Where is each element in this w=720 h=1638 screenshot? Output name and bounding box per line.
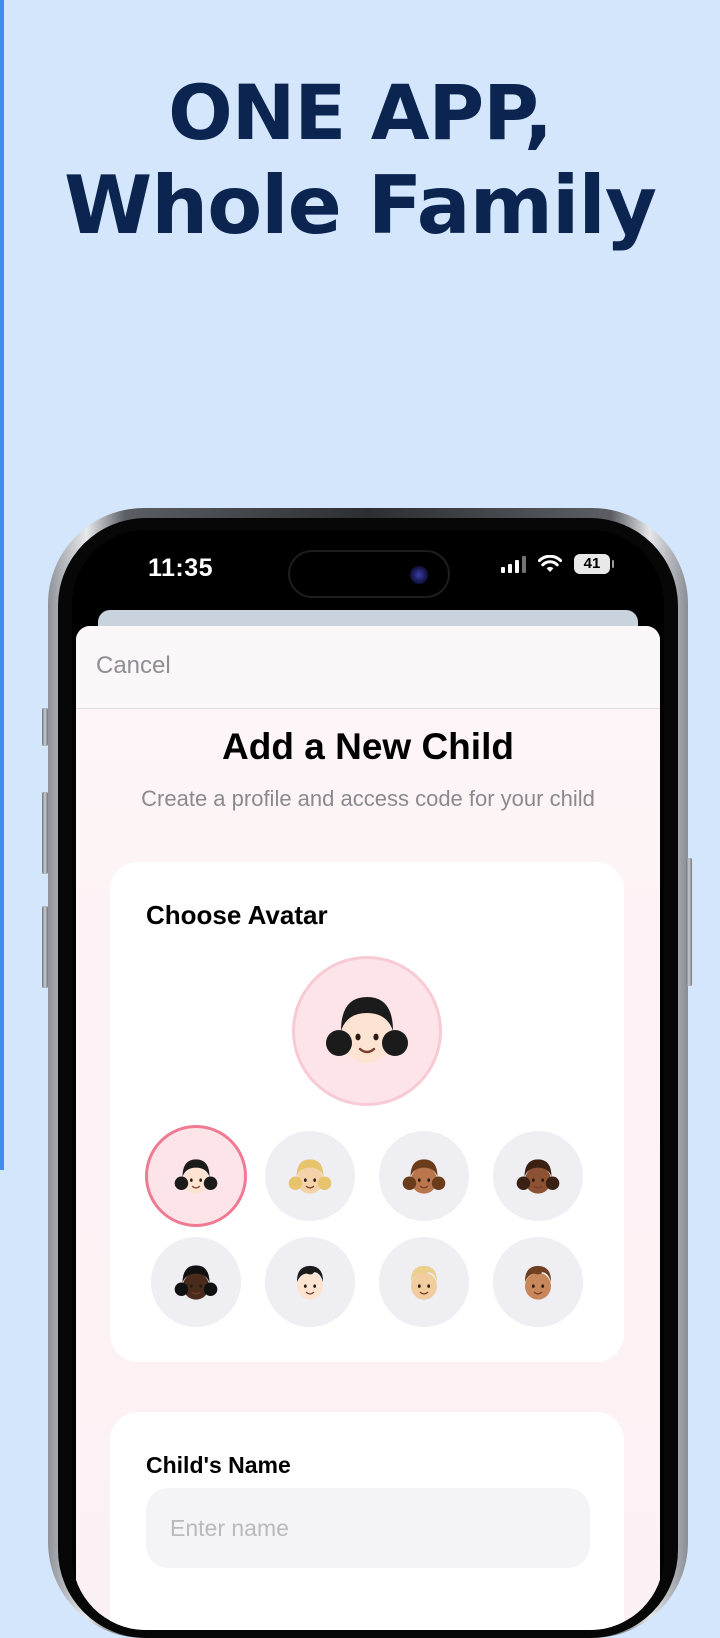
avatar-face-icon <box>170 1256 222 1308</box>
sheet-header: Cancel <box>76 626 660 709</box>
phone-volume-down-button <box>42 906 48 988</box>
phone-power-button <box>686 858 692 986</box>
avatar-option-girl-black-dark[interactable] <box>151 1237 241 1327</box>
selected-avatar-preview <box>292 956 442 1106</box>
choose-avatar-label: Choose Avatar <box>146 900 328 930</box>
avatar-face-icon <box>284 1150 336 1202</box>
headline-line-2: Whole Family <box>64 159 657 252</box>
page-title: Add a New Child <box>222 726 514 767</box>
phone-action-button <box>42 708 48 746</box>
headline-line-1: ONE APP, <box>168 68 553 157</box>
avatar-option-girl-dark-medium-dark[interactable] <box>493 1131 583 1221</box>
selected-avatar-face-icon <box>317 979 417 1079</box>
avatar-option-boy-blonde-medium-light[interactable] <box>379 1237 469 1327</box>
cellular-signal-icon <box>501 555 526 573</box>
status-icons: 41 <box>501 554 614 574</box>
battery-icon: 41 <box>574 554 614 574</box>
avatar-face-icon <box>512 1256 564 1308</box>
child-name-card: Child's Name <box>110 1412 624 1630</box>
cancel-button[interactable]: Cancel <box>96 652 171 680</box>
avatar-option-girl-black-pigtails-light[interactable] <box>145 1125 247 1227</box>
phone-screen: 11:35 41 Cancel Add a New Child Create a… <box>72 530 664 1630</box>
avatar-option-boy-brown-medium[interactable] <box>493 1237 583 1327</box>
camera-icon <box>410 566 428 584</box>
avatar-face-icon <box>398 1150 450 1202</box>
avatar-option-girl-blonde-medium-light[interactable] <box>265 1131 355 1221</box>
avatar-face-icon <box>398 1256 450 1308</box>
child-name-input[interactable] <box>146 1488 590 1568</box>
avatar-card: Choose Avatar <box>110 862 624 1362</box>
child-name-label: Child's Name <box>146 1452 291 1478</box>
page-subtitle: Create a profile and access code for you… <box>141 786 595 811</box>
wifi-icon <box>538 555 562 572</box>
avatar-face-icon <box>512 1150 564 1202</box>
promo-headline: ONE APP, Whole Family <box>0 68 720 254</box>
avatar-face-icon <box>170 1150 222 1202</box>
status-time: 11:35 <box>148 554 214 582</box>
avatar-face-icon <box>284 1256 336 1308</box>
add-child-sheet: Cancel Add a New Child Create a profile … <box>76 626 660 1630</box>
avatar-option-boy-black-light[interactable] <box>265 1237 355 1327</box>
dynamic-island <box>288 550 450 598</box>
avatar-option-girl-brown-medium[interactable] <box>379 1131 469 1221</box>
phone-volume-up-button <box>42 792 48 874</box>
